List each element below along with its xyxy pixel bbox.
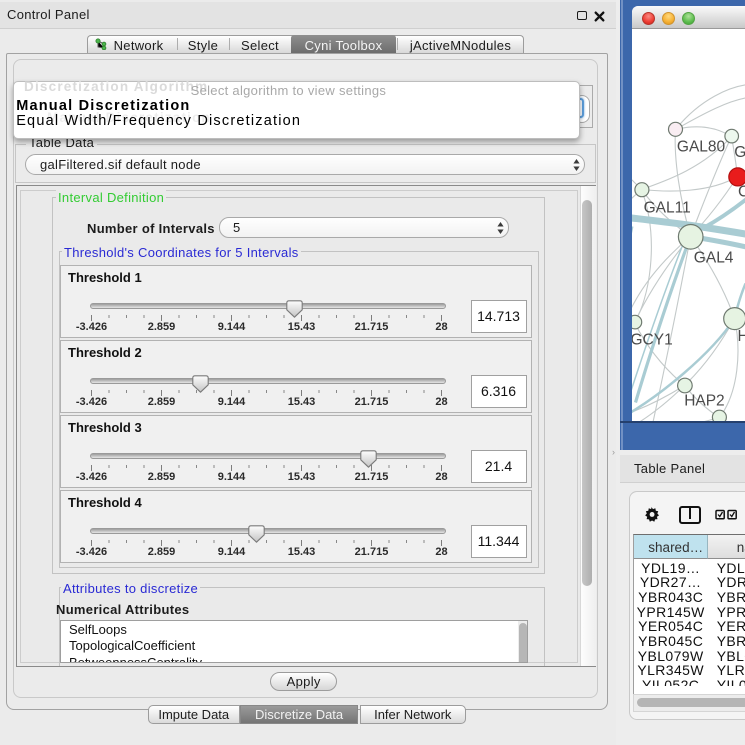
svg-text:GCY1: GCY1	[632, 331, 673, 348]
svg-text:GAL11: GAL11	[643, 199, 690, 216]
svg-text:GAL80: GAL80	[676, 138, 725, 155]
svg-text:HA: HA	[737, 328, 745, 345]
svg-text:GAL4: GAL4	[693, 249, 733, 266]
svg-text:GA: GA	[734, 144, 745, 161]
svg-text:CY: CY	[738, 183, 745, 200]
svg-text:HAP2: HAP2	[684, 392, 725, 409]
